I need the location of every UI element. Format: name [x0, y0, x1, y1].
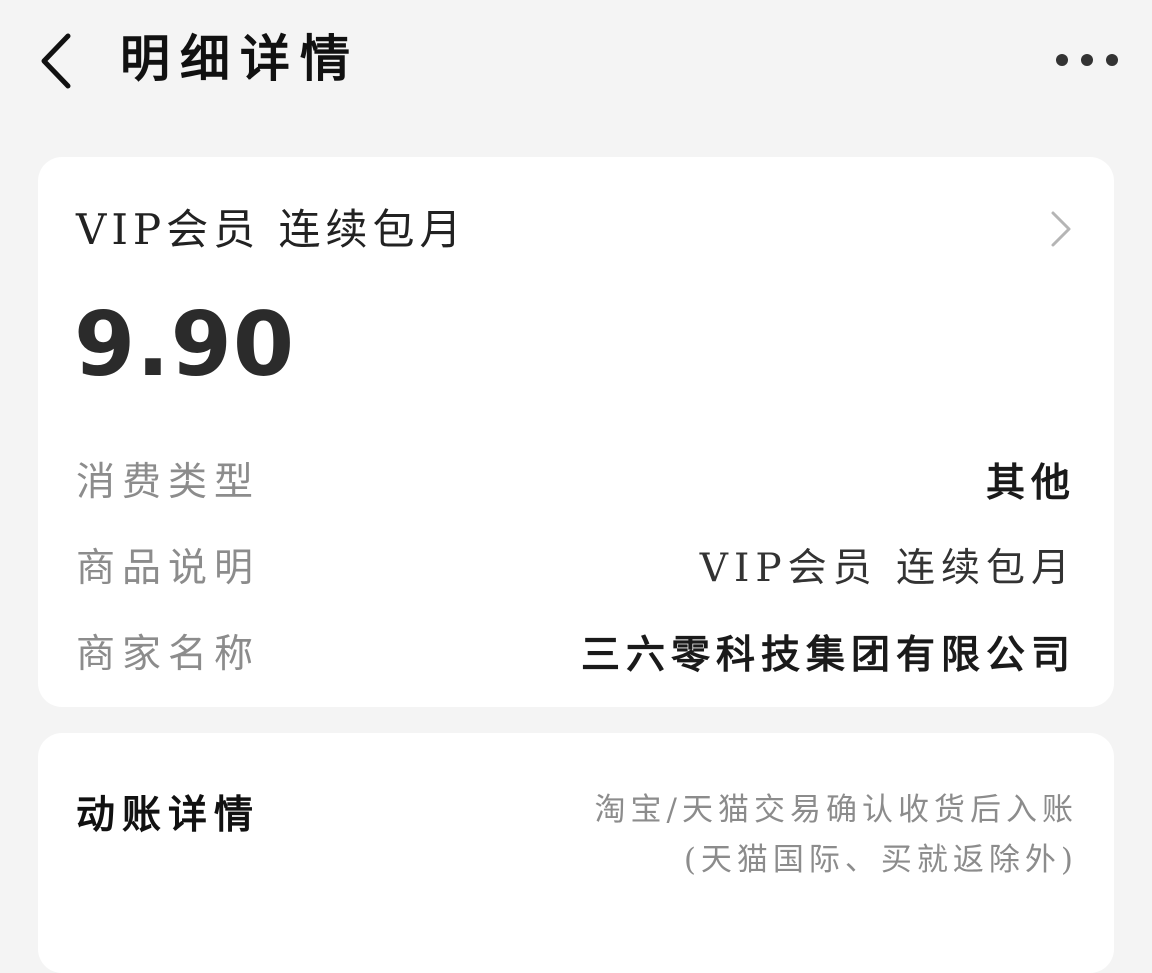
transaction-amount: 9.90: [74, 293, 296, 396]
info-row-product-description: 商品说明 VIP会员 连续包月: [38, 539, 1114, 599]
top-nav-bar: 明细详情: [0, 0, 1152, 120]
info-value: VIP会员 连续包月: [699, 546, 1076, 591]
page-title: 明细详情: [120, 29, 360, 88]
product-title-row[interactable]: VIP会员 连续包月: [38, 187, 1114, 277]
ledger-label: 动账详情: [76, 792, 261, 838]
info-row-merchant-name: 商家名称 三六零科技集团有限公司: [38, 625, 1114, 685]
chevron-left-icon: [41, 33, 71, 89]
info-value: 其他: [985, 460, 1076, 506]
ledger-detail-card: 动账详情 淘宝/天猫交易确认收货后入账 (天猫国际、买就返除外): [38, 733, 1114, 973]
back-button[interactable]: [28, 26, 88, 96]
info-label: 商品说明: [76, 546, 261, 591]
info-label: 消费类型: [76, 460, 261, 505]
ledger-note-line2: (天猫国际、买就返除外): [683, 842, 1078, 878]
ledger-note-line1: 淘宝/天猫交易确认收货后入账: [594, 792, 1078, 828]
product-title: VIP会员 连续包月: [76, 205, 467, 254]
chevron-right-icon: [1051, 211, 1071, 247]
info-row-consumption-type: 消费类型 其他: [38, 453, 1114, 513]
transaction-detail-card: VIP会员 连续包月 9.90 消费类型 其他 商品说明 VIP会员 连续包月 …: [38, 157, 1114, 707]
more-horizontal-icon: [1056, 54, 1118, 66]
ledger-note: 淘宝/天猫交易确认收货后入账 (天猫国际、买就返除外): [438, 785, 1078, 885]
info-label: 商家名称: [76, 632, 261, 677]
info-value: 三六零科技集团有限公司: [580, 632, 1076, 678]
more-options-button[interactable]: [1052, 44, 1122, 76]
